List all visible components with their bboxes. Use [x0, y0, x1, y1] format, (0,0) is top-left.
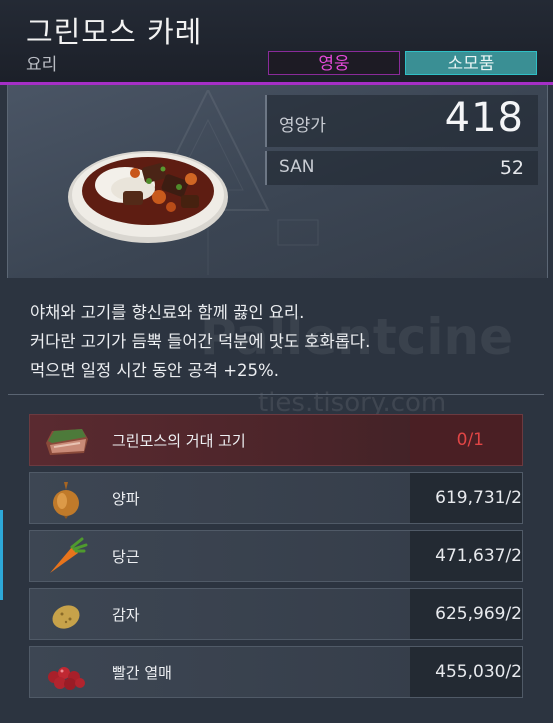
red-berries-icon — [48, 667, 85, 690]
item-info-panel: 영양가 418 SAN 52 — [7, 85, 548, 278]
type-tag-consumable: 소모품 — [405, 51, 537, 75]
item-description: 야채와 고기를 향신료와 함께 끓인 요리. 커다란 고기가 듬뿍 들어간 덕분… — [30, 298, 540, 385]
ingredient-row-potato[interactable]: 감자 625,969/2 — [29, 588, 523, 640]
nutrition-stat: 영양가 418 — [265, 95, 538, 147]
ingredient-name: 그린모스의 거대 고기 — [112, 432, 246, 450]
rarity-tag-hero: 영웅 — [268, 51, 400, 75]
ingredient-name: 양파 — [112, 490, 140, 508]
ingredient-qty: 619,731/2 — [435, 488, 522, 508]
description-line: 야채와 고기를 향신료와 함께 끓인 요리. — [30, 303, 305, 322]
ingredient-qty-box: 471,637/2 — [410, 531, 522, 581]
item-name: 그린모스 카레 — [26, 15, 203, 49]
nutrition-label: 영양가 — [279, 116, 326, 136]
onion-icon — [53, 482, 79, 519]
description-line: 커다란 고기가 듬뿍 들어간 덕분에 맛도 호화롭다. — [30, 332, 371, 351]
description-line: 먹으면 일정 시간 동안 공격 +25%. — [30, 361, 279, 380]
item-category: 요리 — [26, 55, 58, 75]
ingredient-name: 빨간 열매 — [112, 664, 172, 682]
ingredient-qty-box: 625,969/2 — [410, 589, 522, 639]
san-value: 52 — [499, 157, 524, 179]
curry-dish-image — [68, 151, 228, 243]
ingredient-qty-box: 0/1 — [410, 415, 522, 465]
ingredient-row-onion[interactable]: 양파 619,731/2 — [29, 472, 523, 524]
san-label: SAN — [279, 157, 315, 177]
san-stat: SAN 52 — [265, 151, 538, 185]
section-divider — [8, 394, 544, 395]
ingredient-qty: 471,637/2 — [435, 546, 522, 566]
item-header: 그린모스 카레 요리 영웅 소모품 — [0, 0, 553, 85]
ingredient-qty: 625,969/2 — [435, 604, 522, 624]
ingredient-qty-box: 619,731/2 — [410, 473, 522, 523]
carrot-icon — [50, 537, 88, 573]
ingredient-qty-box: 455,030/2 — [410, 647, 522, 697]
ingredient-qty: 0/1 — [456, 430, 484, 450]
ingredient-row-red-berries[interactable]: 빨간 열매 455,030/2 — [29, 646, 523, 698]
left-edge-accent — [0, 510, 3, 600]
potato-icon — [52, 605, 80, 629]
ingredient-name: 감자 — [112, 606, 140, 624]
ingredient-name: 당근 — [112, 548, 140, 566]
meat-icon — [46, 429, 88, 455]
ingredient-row-carrot[interactable]: 당근 471,637/2 — [29, 530, 523, 582]
ingredient-row-meat[interactable]: 그린모스의 거대 고기 0/1 — [29, 414, 523, 466]
nutrition-value: 418 — [444, 95, 524, 141]
ingredient-qty: 455,030/2 — [435, 662, 522, 682]
